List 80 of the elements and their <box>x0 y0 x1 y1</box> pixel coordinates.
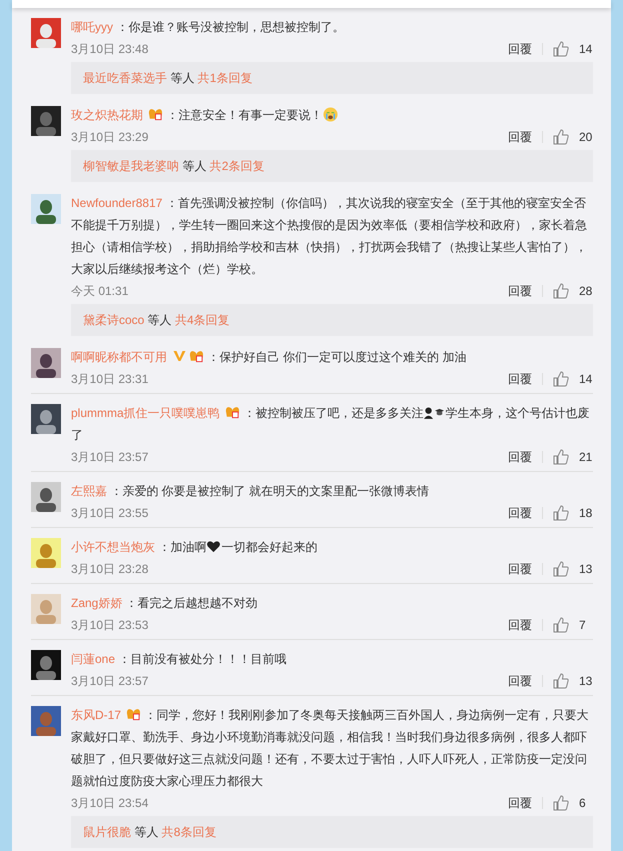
comment-time: 3月10日 23:57 <box>71 448 148 466</box>
comment-time: 3月10日 23:57 <box>71 672 148 690</box>
member-badge-icon <box>225 405 240 419</box>
like-count: 14 <box>579 42 593 56</box>
reply-count-link[interactable]: 共4条回复 <box>175 313 230 327</box>
crying-face-icon <box>322 107 338 122</box>
like-icon[interactable] <box>553 371 569 387</box>
like-count: 28 <box>579 284 593 298</box>
reply-link[interactable]: 回覆 <box>508 504 532 522</box>
like-count: 7 <box>579 618 587 632</box>
user-name-link[interactable]: 啊啊昵称都不可用 <box>71 350 167 364</box>
comment-text: 玫之炽热花期 ：注意安全！有事一定要说！ <box>71 104 593 126</box>
like-count: 14 <box>579 372 593 386</box>
reply-link[interactable]: 回覆 <box>508 616 532 634</box>
user-name-link[interactable]: 小许不想当炮灰 <box>71 540 155 554</box>
user-name-link[interactable]: plummma抓住一只噗噗崽鸭 <box>71 406 220 420</box>
comment-time: 3月10日 23:31 <box>71 370 148 388</box>
reply-count-link[interactable]: 共8条回复 <box>162 825 216 839</box>
user-name-link[interactable]: 玫之炽热花期 <box>71 108 143 122</box>
heart-icon <box>206 539 222 554</box>
comment-time: 3月10日 23:54 <box>71 794 148 812</box>
like-count: 13 <box>579 562 593 576</box>
like-count: 13 <box>579 674 593 688</box>
comment-time: 3月10日 23:28 <box>71 560 148 578</box>
like-icon[interactable] <box>553 449 569 465</box>
reply-user-link[interactable]: 柳智敏是我老婆呐 <box>83 159 179 173</box>
comment-text: 哪吒yyy ：你是谁？账号没被控制，思想被控制了。 <box>71 19 346 36</box>
reply-others-text: 等人 <box>148 313 172 327</box>
like-icon[interactable] <box>553 617 569 633</box>
reply-user-link[interactable]: 黛柔诗coco <box>83 313 144 327</box>
comment-text: plummma抓住一只噗噗崽鸭 ：被控制被压了吧，还是多多关注 学生本身，这个号估计也废了 <box>71 404 590 444</box>
like-icon[interactable] <box>553 283 569 299</box>
reply-user-link[interactable]: 最近吃香菜选手 <box>83 71 167 85</box>
comment-text: 东风D-17 ：同学，您好！我刚刚参加了冬奥每天接触两三百外国人，身边病例一定有，只要大家戴好口罩、勤洗手、身边小环境勤消毒就没问题，相信我！当时我们身边很多病例，很多人都吓破胆了，但只要做好这三点就没问题！还有，不要太过于害怕，人吓人吓死人，正常防疫一定没问题就怕过度防疫大家心理压力都很大 <box>71 706 590 790</box>
reply-link[interactable]: 回覆 <box>508 40 532 58</box>
member-badge-icon <box>148 107 164 121</box>
reply-link[interactable]: 回覆 <box>508 128 532 146</box>
comment-text: 啊啊昵称都不可用 ：保护好自己 你们一定可以度过这个难关的 加油 <box>71 348 468 366</box>
user-name-link[interactable]: 左熙嘉 <box>71 484 107 498</box>
like-icon[interactable] <box>553 41 569 57</box>
user-name-link[interactable]: Newfounder8817 <box>71 196 162 210</box>
reply-count-link[interactable]: 共2条回复 <box>210 159 264 173</box>
comment-time: 3月10日 23:29 <box>71 128 148 146</box>
like-icon[interactable] <box>553 505 569 521</box>
comment-text: 左熙嘉 ：亲爱的 你要是被控制了 就在明天的文案里配一张微博表情 <box>71 483 430 500</box>
member-badge-icon <box>126 707 142 721</box>
like-count: 20 <box>579 130 593 144</box>
like-count: 6 <box>579 796 587 810</box>
like-icon[interactable] <box>553 561 569 577</box>
reply-link[interactable]: 回覆 <box>508 282 532 300</box>
comment-text: 小许不想当炮灰 ：加油啊 一切都会好起来的 <box>71 538 318 556</box>
reply-link[interactable]: 回覆 <box>508 794 532 812</box>
comment-time: 3月10日 23:48 <box>71 40 148 58</box>
comment-text: Newfounder8817 ：首先强调没被控制（你信吗），其次说我的寝室安全（至于其他的寝室安全否不能提千万别提），学生转一圈回来这个热搜假的是因为效率低（要相信学校和政府），家长着急担心（请相信学校），捐助捐给学校和吉林（快捐），打扰两会我错了（热搜让某些人害怕了），大家以后继续报考这个（烂）学校。 <box>71 195 588 278</box>
like-icon[interactable] <box>553 673 569 689</box>
reply-link[interactable]: 回覆 <box>508 560 532 578</box>
reply-others-text: 等人 <box>182 159 206 173</box>
comment-time: 3月10日 23:55 <box>71 504 148 522</box>
reply-link[interactable]: 回覆 <box>508 370 532 388</box>
reply-others-text: 等人 <box>170 71 194 85</box>
like-icon[interactable] <box>553 795 569 811</box>
user-name-link[interactable]: 哪吒yyy <box>71 20 113 34</box>
user-name-link[interactable]: 闫蓮one <box>71 652 116 666</box>
user-name-link[interactable]: 东风D-17 <box>71 708 122 722</box>
comment-time: 3月10日 23:53 <box>71 616 148 634</box>
reply-count-link[interactable]: 共1条回复 <box>198 71 252 85</box>
verified-icon <box>172 349 188 363</box>
member-badge-icon <box>189 349 204 363</box>
comment-time: 今天 01:31 <box>71 282 128 300</box>
reply-user-link[interactable]: 鼠片很脆 <box>83 825 131 839</box>
like-count: 18 <box>579 506 593 520</box>
reply-link[interactable]: 回覆 <box>508 448 532 466</box>
student-icon <box>423 405 446 420</box>
like-count: 21 <box>579 450 593 464</box>
reply-link[interactable]: 回覆 <box>508 672 532 690</box>
reply-others-text: 等人 <box>134 825 158 839</box>
user-name-link[interactable]: Zang娇娇 <box>71 596 122 610</box>
comment-text: 闫蓮one ：目前没有被处分！！！目前哦 <box>71 651 288 668</box>
like-icon[interactable] <box>553 129 569 145</box>
comment-text: Zang娇娇 ：看完之后越想越不对劲 <box>71 595 259 612</box>
